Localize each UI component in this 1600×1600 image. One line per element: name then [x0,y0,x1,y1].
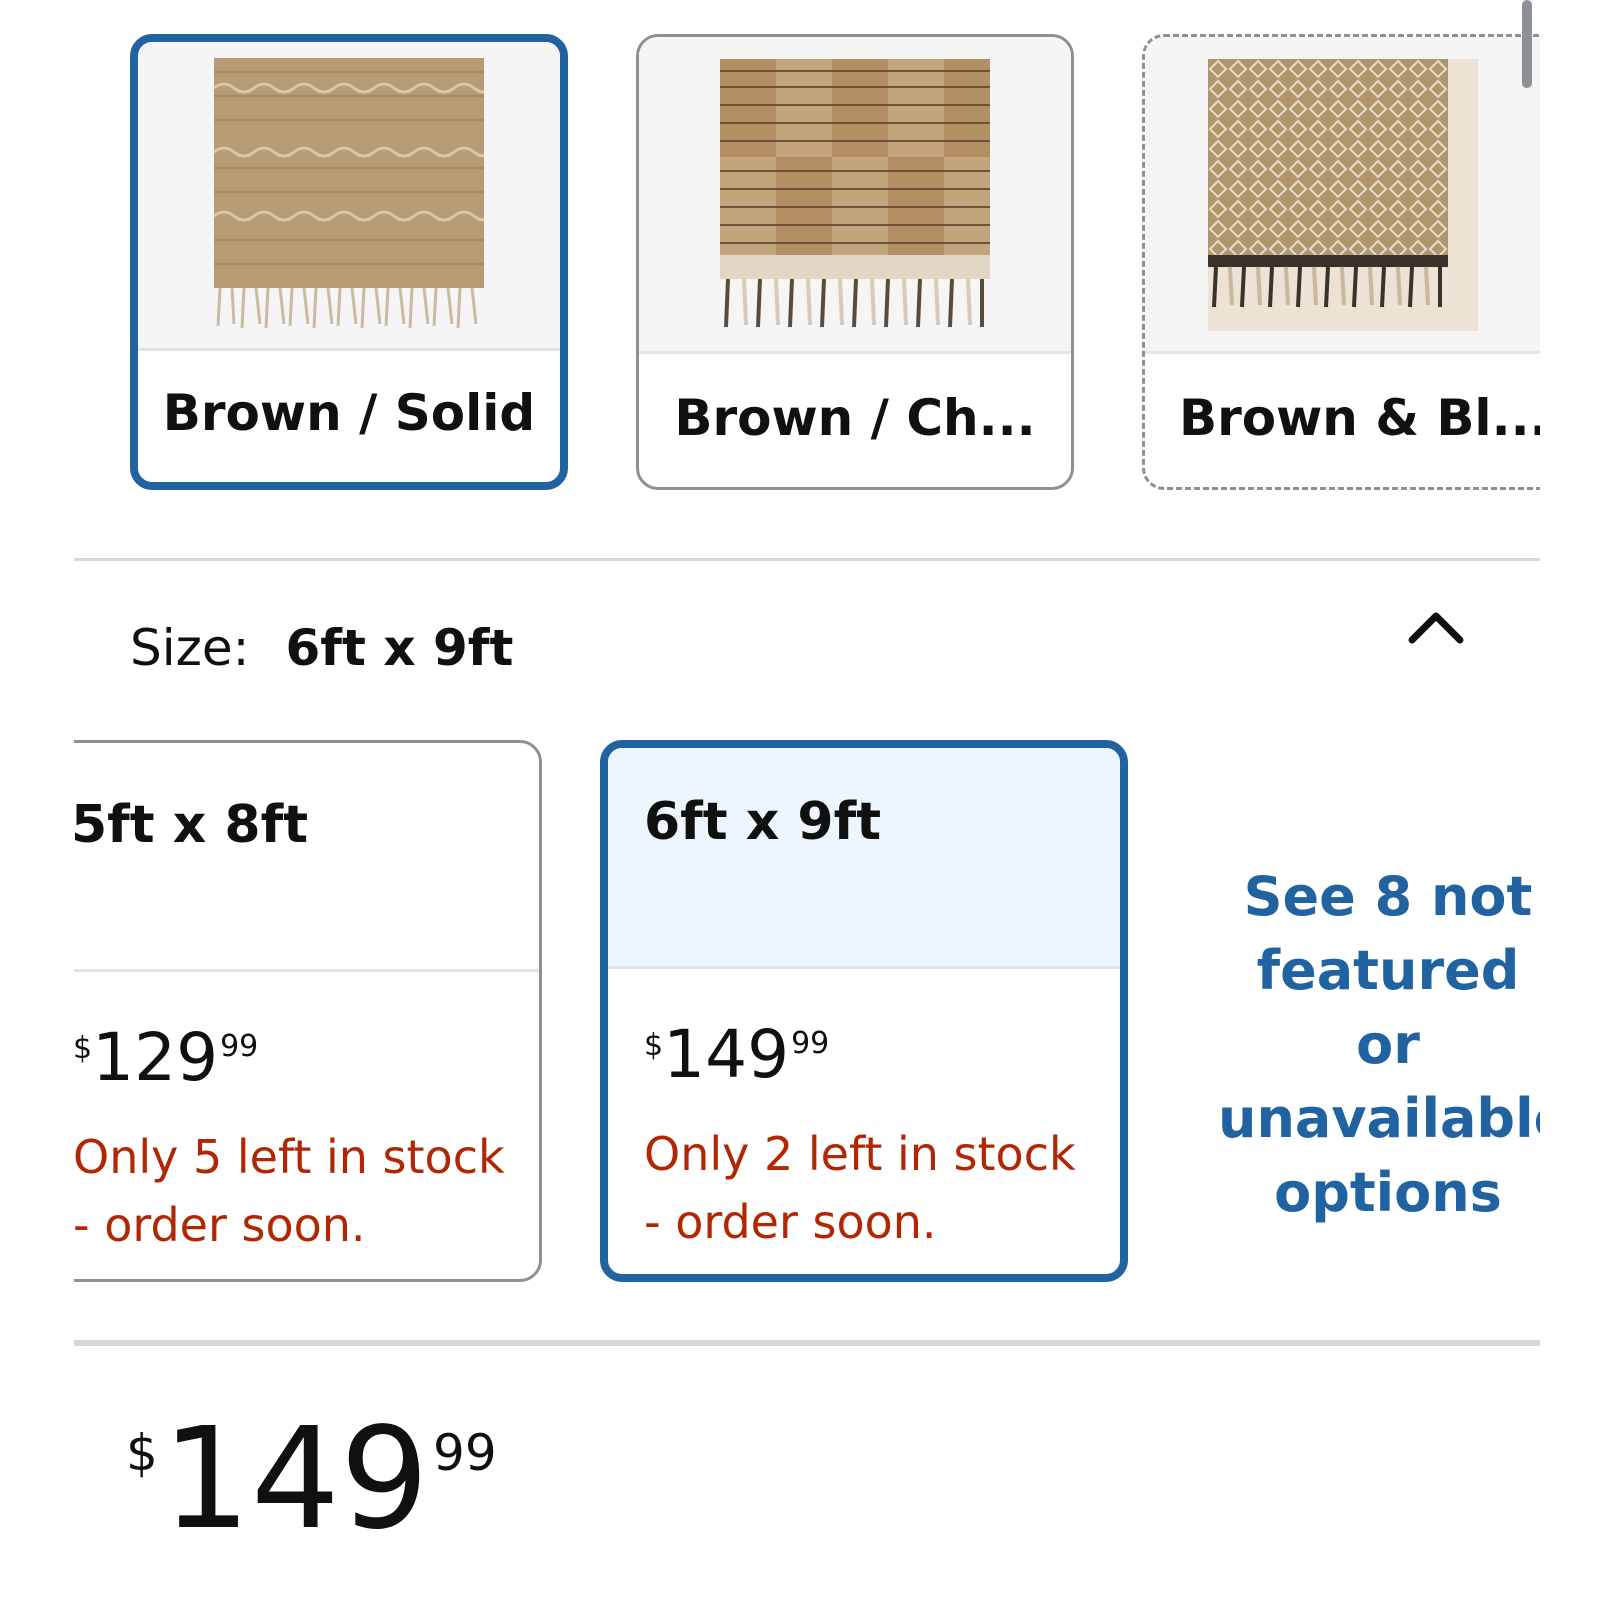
see-more-options-link[interactable]: See 8 not featured or unavailable option… [1218,860,1571,1230]
rug-image-diamond [1207,59,1478,331]
swatch-label: Brown / Ch... [674,389,1036,447]
see-more-line: options [1274,1161,1502,1224]
stock-warning-line: Only 5 left in stock [73,1130,505,1184]
product-price: $ 149 99 [126,1410,497,1550]
section-divider [74,1340,1540,1346]
price-whole: 149 [663,1016,790,1093]
swatch-label: Brown & Bl... [1179,389,1540,447]
size-option-price: $ 149 99 [644,1022,829,1088]
size-option-label: 5ft x 8ft [71,795,309,855]
size-selection-header: Size: 6ft x 9ft [130,614,513,682]
price-fraction: 99 [791,1026,830,1061]
variation-selector: Brown / Solid Brown / Ch... Brown & Bl..… [0,0,1600,1600]
color-swatch-brown-black[interactable]: Brown & Bl... [1142,34,1540,490]
price-currency: $ [644,1028,664,1063]
size-tile-header: 5ft x 8ft [23,743,539,972]
price-fraction: 99 [220,1029,259,1064]
size-option-5x8[interactable]: 5ft x 8ft $ 129 99 Only 5 left in stock … [20,740,542,1282]
see-more-line: unavailable [1218,1087,1571,1150]
size-option-label: 6ft x 9ft [644,792,882,852]
section-divider [74,558,1540,561]
price-currency: $ [73,1031,93,1066]
stock-warning: Only 2 left in stock - order soon. [644,1120,1104,1256]
size-option-price: $ 129 99 [73,1025,258,1091]
size-tile-header: 6ft x 9ft [608,748,1120,969]
rug-image-solid [214,58,484,329]
price-whole: 149 [161,1398,430,1561]
swatch-image-area [1145,37,1540,354]
stock-warning-line: - order soon. [73,1198,366,1252]
viewport-mask-left [0,0,74,1600]
collapse-button[interactable] [1404,600,1468,652]
swatch-image-area [138,42,560,351]
size-option-6x9[interactable]: 6ft x 9ft $ 149 99 Only 2 left in stock … [600,740,1128,1282]
color-swatch-brown-check[interactable]: Brown / Ch... [636,34,1074,490]
color-swatch-brown-solid[interactable]: Brown / Solid [130,34,568,490]
see-more-line: See 8 not [1243,865,1533,928]
size-key-label: Size: [130,619,250,677]
see-more-line: featured or [1256,939,1520,1076]
viewport-mask-right [1540,0,1600,1600]
price-whole: 129 [92,1019,219,1096]
price-fraction: 99 [433,1424,497,1482]
horizontal-scrollbar-thumb[interactable] [1522,0,1532,88]
stock-warning-line: Only 2 left in stock [644,1127,1076,1181]
swatch-label: Brown / Solid [162,384,536,442]
size-selected-value: 6ft x 9ft [285,619,514,677]
chevron-up-icon [1408,612,1464,644]
stock-warning-line: - order soon. [644,1195,937,1249]
rug-image-check [720,59,990,328]
price-currency: $ [126,1424,158,1482]
swatch-image-area [639,37,1071,354]
stock-warning: Only 5 left in stock - order soon. [73,1123,533,1259]
